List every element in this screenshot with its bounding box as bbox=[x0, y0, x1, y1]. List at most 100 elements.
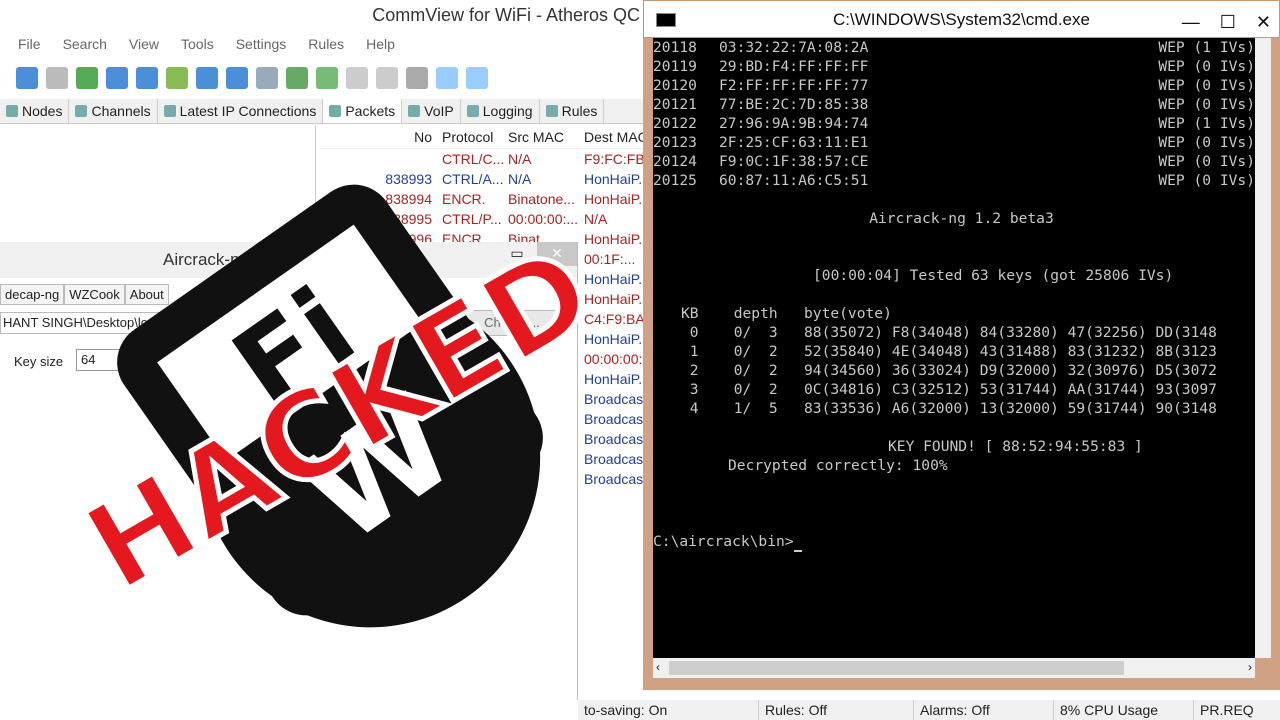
cell-dest: HonHaiP... bbox=[584, 231, 650, 247]
capture-file-input[interactable]: HANT SINGH\Desktop\logs\asd.CA bbox=[0, 312, 450, 334]
filter-icon[interactable] bbox=[436, 67, 458, 89]
ptw-label: Use PTW attack bbox=[371, 356, 465, 371]
console-output[interactable]: 20118 03:32:22:7A:08:2A WEP (1 IVs) 20119 29… bbox=[653, 38, 1255, 658]
prompt-line[interactable]: C:\aircrack\bin> bbox=[653, 532, 1255, 552]
iv-field: 20123 bbox=[653, 134, 697, 151]
tab-latest-ip[interactable]: Latest IP Connections bbox=[158, 99, 324, 123]
menu-file[interactable]: File bbox=[18, 32, 41, 56]
settings-icon[interactable] bbox=[406, 67, 428, 89]
status-rules: Rules: Off bbox=[758, 700, 913, 720]
stats-icon[interactable] bbox=[286, 67, 308, 89]
key-size-select[interactable]: 64 ⌄ bbox=[76, 349, 158, 371]
close-icon[interactable]: ✕ bbox=[537, 242, 577, 266]
col-protocol[interactable]: Protocol bbox=[438, 125, 504, 148]
cell-dest: Broadcast bbox=[584, 431, 648, 447]
tab-label: Packets bbox=[345, 103, 396, 119]
aircrack-gui-title: Aircrack-ng GUI bbox=[0, 242, 577, 278]
channels-tab-icon bbox=[75, 105, 88, 117]
iv-field: 20125 bbox=[653, 172, 697, 189]
kb-row: 4 1/ 5 83(33536) A6(32000) 13(32000) 59(… bbox=[681, 400, 1217, 417]
cell-dest: Broadcast bbox=[584, 391, 648, 407]
iv-field: WEP (0 IVs) bbox=[1158, 58, 1255, 75]
kb-table-header: KB depth byte(vote) bbox=[681, 305, 892, 322]
cmd-window: C:\WINDOWS\System32\cmd.exe — ☐ ✕ 20118 03:… bbox=[643, 0, 1280, 690]
kb-row: 3 0/ 2 0C(34816) C3(32512) 53(31744) AA(… bbox=[681, 381, 1217, 398]
tab-nodes[interactable]: Nodes bbox=[0, 99, 70, 123]
iv-field: WEP (0 IVs) bbox=[1158, 134, 1255, 151]
iv-line: 20122 27:96:9A:9B:94:74 WEP (1 IVs) bbox=[653, 114, 1255, 133]
maximize-icon[interactable]: ☐ bbox=[1220, 3, 1236, 41]
table-row[interactable]: 838994 ENCR. Binatone... HonHaiP... bbox=[320, 189, 650, 209]
kb-row: 1 0/ 2 52(35840) 4E(34048) 43(31488) 83(… bbox=[681, 343, 1217, 360]
commview-toolbar bbox=[0, 62, 650, 94]
tab-decap[interactable]: decap-ng bbox=[0, 284, 65, 305]
play-icon[interactable] bbox=[16, 67, 38, 89]
tab-channels[interactable]: Channels bbox=[69, 99, 158, 123]
cell-dest: 00:1F:... bbox=[584, 251, 636, 267]
ip-icon[interactable] bbox=[376, 67, 398, 89]
cell-no: 838993 bbox=[385, 171, 432, 187]
tab-label: Nodes bbox=[22, 103, 63, 119]
tab-rules[interactable]: Rules bbox=[540, 99, 605, 123]
choose-button[interactable]: Choose... bbox=[457, 310, 567, 336]
map-icon[interactable] bbox=[76, 67, 98, 89]
maximize-icon[interactable]: ▭ bbox=[497, 242, 537, 266]
menu-settings[interactable]: Settings bbox=[236, 32, 287, 56]
cell-src: N/A bbox=[508, 151, 532, 167]
table-row[interactable]: 838995 CTRL/P... 00:00:00:... N/A bbox=[320, 209, 650, 229]
cell-dest: F9:FC:FB:... bbox=[584, 151, 650, 167]
key-found-line: KEY FOUND! [ 88:52:94:55:83 ] bbox=[888, 438, 1143, 455]
menu-tools[interactable]: Tools bbox=[181, 32, 214, 56]
export-icon[interactable] bbox=[226, 67, 248, 89]
nodes-icon[interactable] bbox=[256, 67, 278, 89]
iv-line: 20123 2F:25:CF:63:11:E1 WEP (0 IVs) bbox=[653, 133, 1255, 152]
iv-line: 20121 77:BE:2C:7D:85:38 WEP (0 IVs) bbox=[653, 95, 1255, 114]
mac-icon[interactable] bbox=[346, 67, 368, 89]
ptw-checkbox[interactable]: Use PTW attack bbox=[352, 356, 465, 371]
close-icon[interactable]: ✕ bbox=[1256, 3, 1271, 41]
kb-row: 2 0/ 2 94(34560) 36(33024) D9(32000) 32(… bbox=[681, 362, 1217, 379]
iv-field: 77:BE:2C:7D:85:38 bbox=[719, 96, 869, 113]
col-dest-mac[interactable]: Dest MAC bbox=[580, 125, 650, 148]
iv-field: 03:32:22:7A:08:2A bbox=[719, 39, 869, 56]
menu-view[interactable]: View bbox=[129, 32, 159, 56]
col-src-mac[interactable]: Src MAC bbox=[504, 125, 580, 148]
tab-about[interactable]: About bbox=[124, 284, 169, 305]
iv-field: 20119 bbox=[653, 58, 697, 75]
cell-dest: HonHaiP... bbox=[584, 171, 650, 187]
aircrack-header: Aircrack-ng 1.2 beta3 bbox=[869, 210, 1054, 227]
minimize-icon[interactable]: — bbox=[1182, 3, 1200, 41]
scroll-right-icon[interactable]: › bbox=[1248, 660, 1252, 674]
tab-logging[interactable]: Logging bbox=[461, 99, 540, 123]
cmd-title: C:\WINDOWS\System32\cmd.exe bbox=[833, 10, 1090, 29]
connections-icon[interactable] bbox=[316, 67, 338, 89]
tab-packets[interactable]: Packets bbox=[323, 99, 403, 123]
iv-field: 20124 bbox=[653, 153, 697, 170]
tab-voip[interactable]: VoIP bbox=[402, 99, 461, 123]
tested-keys-line: [00:00:04] Tested 63 keys (got 25806 IVs… bbox=[813, 267, 1174, 284]
table-row[interactable]: 838993 CTRL/A... N/A HonHaiP... bbox=[320, 169, 650, 189]
menu-help[interactable]: Help bbox=[366, 32, 395, 56]
iv-line: 20124 F9:0C:1F:38:57:CE WEP (0 IVs) bbox=[653, 152, 1255, 171]
table-row[interactable]: CTRL/C...N/A F9:FC:FB:... bbox=[320, 149, 650, 169]
cell-dest: HonHaiP... bbox=[584, 191, 650, 207]
open-icon[interactable] bbox=[106, 67, 128, 89]
scroll-thumb[interactable] bbox=[669, 661, 1124, 675]
vertical-scrollbar[interactable] bbox=[1255, 38, 1271, 658]
save-icon[interactable] bbox=[136, 67, 158, 89]
tab-wzcook[interactable]: WZCook bbox=[64, 284, 125, 305]
horizontal-scrollbar[interactable]: ‹ › bbox=[653, 658, 1255, 678]
decrypted-line: Decrypted correctly: 100% bbox=[728, 457, 948, 474]
stop-icon[interactable] bbox=[46, 67, 68, 89]
tool-icon[interactable] bbox=[166, 67, 188, 89]
cell-dest: Broadcast bbox=[584, 411, 648, 427]
filter2-icon[interactable] bbox=[466, 67, 488, 89]
scroll-left-icon[interactable]: ‹ bbox=[656, 660, 660, 674]
search-icon[interactable] bbox=[196, 67, 218, 89]
menu-search[interactable]: Search bbox=[63, 32, 107, 56]
cmd-titlebar: C:\WINDOWS\System32\cmd.exe — ☐ ✕ bbox=[643, 0, 1280, 38]
tab-label: VoIP bbox=[424, 103, 454, 119]
menu-rules[interactable]: Rules bbox=[308, 32, 344, 56]
iv-line: 20120 F2:FF:FF:FF:FF:77 WEP (0 IVs) bbox=[653, 76, 1255, 95]
col-no[interactable]: No bbox=[320, 125, 438, 148]
